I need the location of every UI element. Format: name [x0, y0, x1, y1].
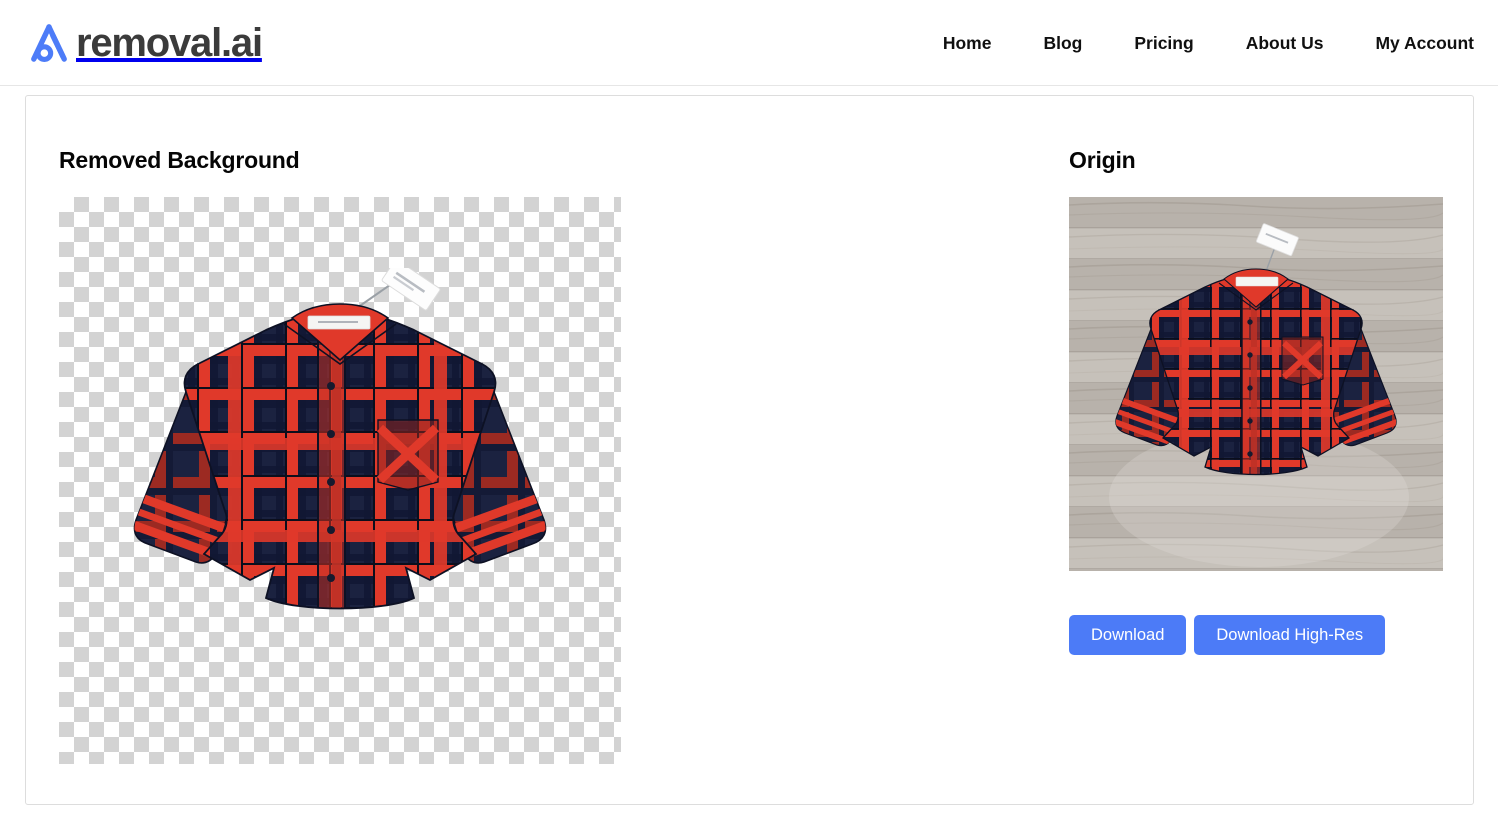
brand-logo-link[interactable]: removal.ai — [22, 16, 263, 70]
nav-item-home[interactable]: Home — [943, 33, 992, 54]
nav-item-about-us[interactable]: About Us — [1246, 33, 1324, 54]
result-card: Removed Background Origin Download Downl… — [25, 95, 1474, 805]
download-button[interactable]: Download — [1069, 615, 1187, 655]
nav-item-blog[interactable]: Blog — [1043, 33, 1082, 54]
nav-item-my-account[interactable]: My Account — [1375, 33, 1474, 54]
removal-ai-logo-icon — [22, 16, 76, 70]
site-header: removal.ai Home Blog Pricing About Us My… — [0, 0, 1498, 86]
nav-item-pricing[interactable]: Pricing — [1134, 33, 1193, 54]
origin-preview[interactable] — [1069, 197, 1443, 571]
download-actions: Download Download High-Res — [1069, 615, 1386, 655]
removed-background-preview[interactable] — [59, 197, 621, 764]
removed-background-title: Removed Background — [59, 147, 300, 173]
brand-name: removal.ai — [76, 20, 263, 65]
origin-title: Origin — [1069, 147, 1136, 173]
download-high-res-button[interactable]: Download High-Res — [1194, 615, 1386, 655]
origin-photo-image — [1069, 197, 1443, 571]
cutout-shirt-image — [133, 268, 547, 610]
main-navigation: Home Blog Pricing About Us My Account — [943, 0, 1474, 86]
